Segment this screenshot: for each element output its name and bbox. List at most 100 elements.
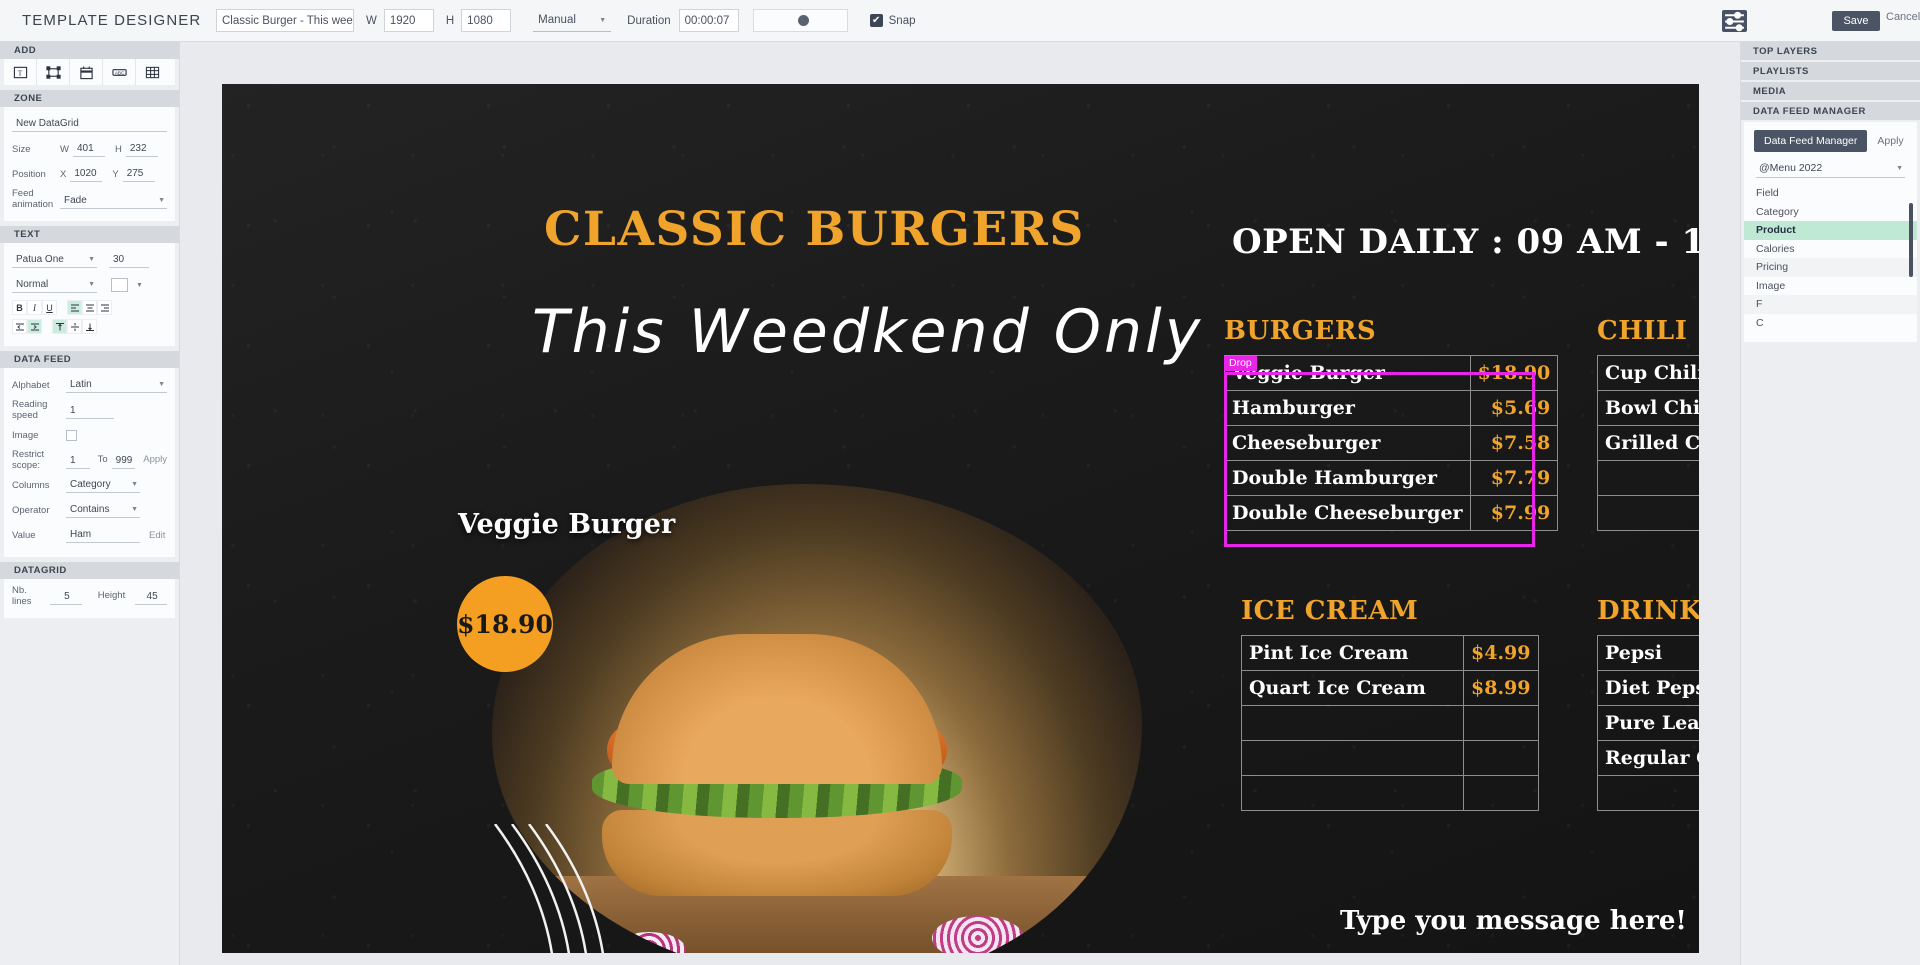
playback-mode-select[interactable]: Manual ▼: [533, 9, 612, 32]
zoom-slider[interactable]: [752, 9, 848, 32]
value-input[interactable]: Ham: [66, 528, 140, 543]
width-input[interactable]: 1920: [383, 9, 434, 32]
list-item[interactable]: Image: [1744, 277, 1917, 296]
zone-name-input[interactable]: New DataGrid: [12, 117, 167, 132]
settings-sliders-icon[interactable]: [1722, 10, 1747, 32]
align-left-icon[interactable]: [67, 300, 82, 315]
restrict-to-input[interactable]: 999: [111, 454, 136, 469]
save-button[interactable]: Save: [1832, 11, 1880, 31]
reading-speed-input[interactable]: 1: [66, 404, 114, 419]
zone-x-input[interactable]: 1020: [70, 167, 103, 182]
cancel-button[interactable]: Cancel: [1886, 11, 1920, 23]
table-row[interactable]: [1241, 705, 1539, 741]
datagrid-icon[interactable]: [136, 59, 169, 85]
calendar-icon[interactable]: [70, 59, 103, 85]
text-box-icon[interactable]: T: [4, 59, 37, 85]
vertical-align-middle-icon[interactable]: [67, 319, 82, 334]
zone-height-input[interactable]: 232: [125, 142, 158, 157]
table-row[interactable]: Double Cheeseburger $7.99: [1224, 495, 1559, 531]
table-row[interactable]: Quart Ice Cream $8.99: [1241, 670, 1539, 706]
right-section-media[interactable]: MEDIA: [1741, 82, 1920, 100]
table-row[interactable]: Cup Chili$3.99: [1597, 355, 1699, 391]
height-input[interactable]: 1080: [461, 9, 512, 32]
table-row[interactable]: [1241, 740, 1539, 776]
menu-block-chili[interactable]: CHILI Cup Chili$3.99 Bowl Chili$4.99 Gri…: [1597, 316, 1699, 531]
vertical-align-bottom-icon[interactable]: [82, 319, 97, 334]
table-row[interactable]: Regular Cofee$3.59: [1596, 740, 1699, 776]
template-name-input[interactable]: Classic Burger - This weekend o: [216, 9, 354, 32]
menu-block-ice-cream[interactable]: ICE CREAM Pint Ice Cream $4.99 Quart Ice …: [1241, 596, 1539, 811]
list-item[interactable]: C: [1744, 314, 1917, 333]
restrict-apply-button[interactable]: Apply: [143, 454, 167, 465]
menu-block-burgers[interactable]: BURGERS Veggie Burger $18.90 Hamburger $5.…: [1224, 316, 1559, 531]
font-weight-select[interactable]: Normal ▼: [12, 278, 97, 293]
feed-source-select[interactable]: @Menu 2022 ▼: [1756, 160, 1905, 178]
list-item[interactable]: F: [1744, 295, 1917, 314]
canvas-workspace[interactable]: CLASSIC BURGERS This Weedkend Only OPEN …: [181, 42, 1740, 965]
featured-price-badge[interactable]: $18.90: [457, 576, 553, 672]
shape-nodes-icon[interactable]: [37, 59, 70, 85]
table-row[interactable]: [1596, 775, 1699, 811]
table-row[interactable]: Double Hamburger $7.79: [1224, 460, 1559, 496]
menu-table[interactable]: Cup Chili$3.99 Bowl Chili$4.99 Grilled C…: [1597, 355, 1699, 531]
table-row[interactable]: Grilled Cheese$12.99: [1597, 425, 1699, 461]
canvas-title[interactable]: CLASSIC BURGERS: [544, 202, 1085, 257]
menu-table[interactable]: Veggie Burger $18.90 Hamburger $5.69 Chees…: [1224, 355, 1559, 531]
slider-handle[interactable]: [797, 15, 809, 26]
underline-button[interactable]: U: [42, 300, 57, 315]
template-canvas[interactable]: CLASSIC BURGERS This Weedkend Only OPEN …: [222, 84, 1699, 953]
featured-product-name[interactable]: Veggie Burger: [458, 509, 675, 540]
font-size-input[interactable]: 30: [109, 253, 149, 268]
indent-decrease-icon[interactable]: [12, 319, 27, 334]
table-row[interactable]: Cheeseburger $7.58: [1224, 425, 1559, 461]
menu-table[interactable]: Pepsi$2.69 Diet Pepsi$2.69 Pure Leaf Tea…: [1596, 635, 1699, 811]
table-row[interactable]: Pepsi$2.69: [1596, 635, 1699, 671]
canvas-footer-message[interactable]: Type you message here!: [1340, 906, 1687, 936]
list-item[interactable]: Category: [1744, 203, 1917, 222]
operator-select[interactable]: Contains ▼: [66, 503, 140, 518]
duration-input[interactable]: 00:00:07: [678, 9, 739, 32]
alphabet-select[interactable]: Latin ▼: [66, 378, 167, 393]
image-checkbox[interactable]: [66, 429, 77, 441]
italic-button[interactable]: I: [27, 300, 42, 315]
snap-checkbox[interactable]: ✔: [869, 14, 883, 27]
list-item[interactable]: Pricing: [1744, 258, 1917, 277]
zone-y-input[interactable]: 275: [122, 167, 155, 182]
snap-toggle[interactable]: ✔ Snap: [869, 14, 916, 27]
value-edit-button[interactable]: Edit: [149, 530, 165, 541]
align-right-icon[interactable]: [97, 300, 112, 315]
table-row[interactable]: [1597, 460, 1699, 496]
restrict-from-input[interactable]: 1: [66, 454, 90, 469]
vertical-align-top-icon[interactable]: [52, 319, 67, 334]
table-row[interactable]: Pint Ice Cream $4.99: [1241, 635, 1539, 671]
data-feed-apply-button[interactable]: Apply: [1877, 135, 1903, 147]
right-section-top-layers[interactable]: TOP LAYERS: [1741, 42, 1920, 60]
table-row[interactable]: Bowl Chili$4.99: [1597, 390, 1699, 426]
bold-button[interactable]: B: [12, 300, 27, 315]
zone-width-input[interactable]: 401: [72, 142, 105, 157]
font-family-select[interactable]: Patua One ▼: [12, 253, 97, 268]
table-row[interactable]: Pure Leaf Teas$2.69: [1596, 705, 1699, 741]
list-item[interactable]: Calories: [1744, 240, 1917, 259]
right-section-playlists[interactable]: PLAYLISTS: [1741, 62, 1920, 80]
right-section-data-feed-manager[interactable]: DATA FEED MANAGER: [1741, 102, 1920, 120]
menu-block-drink[interactable]: DRINK Pepsi$2.69 Diet Pepsi$2.69 Pure Le…: [1596, 596, 1699, 811]
table-row[interactable]: Hamburger $5.69: [1224, 390, 1559, 426]
marquee-text-icon[interactable]: ABC: [103, 59, 136, 85]
table-row[interactable]: Diet Pepsi$2.69: [1596, 670, 1699, 706]
canvas-subtitle[interactable]: This Weedkend Only: [532, 297, 1203, 367]
canvas-open-hours[interactable]: OPEN DAILY : 09 AM - 10 PM: [1232, 222, 1699, 262]
indent-increase-icon[interactable]: [27, 319, 42, 334]
field-list-scrollbar[interactable]: [1909, 203, 1913, 277]
table-row[interactable]: Veggie Burger $18.90: [1224, 355, 1559, 391]
nb-lines-input[interactable]: 5: [50, 590, 82, 605]
chevron-down-icon[interactable]: ▼: [136, 282, 143, 289]
table-row[interactable]: [1241, 775, 1539, 811]
table-row[interactable]: [1597, 495, 1699, 531]
columns-select[interactable]: Category ▼: [66, 478, 140, 493]
feed-animation-select[interactable]: Fade ▼: [60, 194, 167, 209]
align-center-icon[interactable]: [82, 300, 97, 315]
data-feed-manager-button[interactable]: Data Feed Manager: [1754, 130, 1868, 152]
text-color-swatch[interactable]: [111, 278, 128, 292]
list-item[interactable]: Product: [1744, 221, 1917, 240]
